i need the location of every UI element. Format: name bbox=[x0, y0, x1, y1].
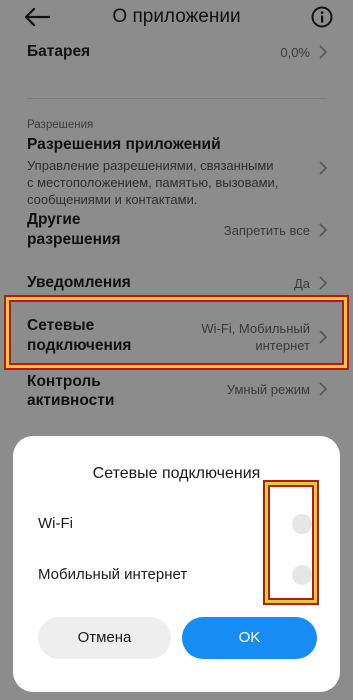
chevron-right-icon bbox=[319, 161, 328, 175]
network-row-highlight bbox=[6, 297, 347, 368]
app-permissions-desc-line: сообщениями и контактами. bbox=[27, 192, 198, 207]
app-permissions-desc-line: Управление разрешениями, связанными bbox=[27, 158, 274, 173]
activity-control-row[interactable]: Контроль активности Умный режим bbox=[0, 372, 353, 416]
chevron-right-icon bbox=[319, 223, 328, 237]
chevron-right-icon bbox=[319, 45, 328, 59]
battery-value: 0,0% bbox=[280, 45, 310, 60]
page-title: О приложении bbox=[112, 6, 241, 27]
other-permissions-row[interactable]: Другие разрешения Запретить все bbox=[0, 210, 353, 254]
other-permissions-value: Запретить все bbox=[223, 223, 310, 238]
cancel-button[interactable]: Отмена bbox=[38, 617, 171, 659]
notifications-row[interactable]: Уведомления Да bbox=[0, 270, 353, 298]
ok-button[interactable]: OK bbox=[182, 617, 317, 659]
option-label: Мобильный интернет bbox=[38, 566, 188, 583]
other-permissions-label-line: Другие bbox=[27, 211, 81, 228]
activity-label-line: активности bbox=[27, 392, 115, 409]
activity-label-line: Контроль bbox=[27, 373, 101, 390]
notifications-label: Уведомления bbox=[27, 274, 131, 291]
divider bbox=[27, 98, 326, 99]
other-permissions-label-line: разрешения bbox=[27, 231, 121, 248]
battery-label: Батарея bbox=[27, 43, 91, 60]
activity-value: Умный режим bbox=[226, 382, 310, 397]
option-label: Wi-Fi bbox=[38, 515, 73, 532]
info-button[interactable] bbox=[311, 6, 333, 28]
info-icon bbox=[311, 6, 333, 28]
app-permissions-desc-line: с местоположением, памятью, вызовами, bbox=[27, 175, 279, 190]
checkbox-highlight bbox=[265, 482, 317, 603]
notifications-value: Да bbox=[293, 276, 310, 291]
battery-row[interactable]: Батарея 0,0% bbox=[0, 38, 353, 68]
dialog-title: Сетевые подключения bbox=[92, 465, 261, 482]
app-permissions-row[interactable]: Разрешения приложений Управление разреше… bbox=[0, 135, 353, 207]
section-label-permissions: Разрешения bbox=[27, 119, 94, 131]
chevron-right-icon bbox=[319, 382, 328, 396]
app-permissions-label: Разрешения приложений bbox=[27, 136, 221, 153]
app-info-screen: О приложении Батарея 0,0% Разрешения Раз… bbox=[0, 0, 353, 700]
chevron-right-icon bbox=[319, 276, 328, 290]
header: О приложении bbox=[0, 0, 353, 34]
